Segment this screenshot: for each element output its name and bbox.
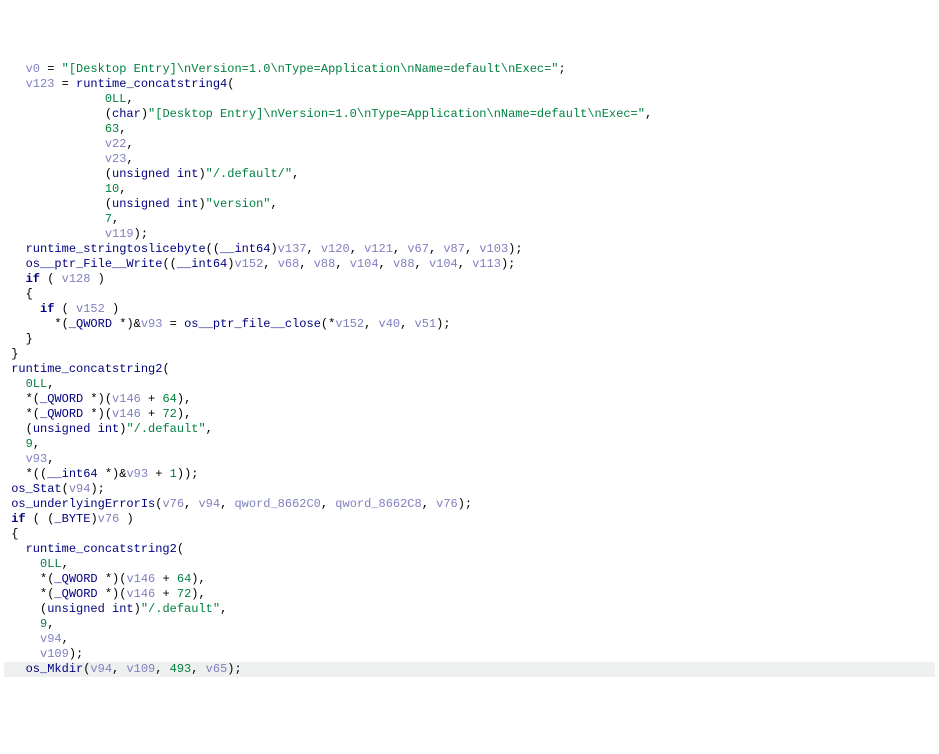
code-line: if ( v128 )	[4, 272, 935, 287]
code-line: 0LL,	[4, 557, 935, 572]
code-line: v119);	[4, 227, 935, 242]
code-line: *(_QWORD *)&v93 = os__ptr_file__close(*v…	[4, 317, 935, 332]
code-line: v94,	[4, 632, 935, 647]
code-line: 9,	[4, 437, 935, 452]
code-line: *((__int64 *)&v93 + 1));	[4, 467, 935, 482]
code-line: 63,	[4, 122, 935, 137]
code-line: 0LL,	[4, 92, 935, 107]
code-listing: v0 = "[Desktop Entry]\nVersion=1.0\nType…	[4, 62, 935, 677]
code-line: (char)"[Desktop Entry]\nVersion=1.0\nTyp…	[4, 107, 935, 122]
code-line: *(_QWORD *)(v146 + 72),	[4, 407, 935, 422]
code-line: v93,	[4, 452, 935, 467]
code-line: }	[4, 332, 935, 347]
code-line: if ( (_BYTE)v76 )	[4, 512, 935, 527]
code-line: os__ptr_File__Write((__int64)v152, v68, …	[4, 257, 935, 272]
code-line: v0 = "[Desktop Entry]\nVersion=1.0\nType…	[4, 62, 935, 77]
code-line: runtime_concatstring2(	[4, 362, 935, 377]
code-line: {	[4, 287, 935, 302]
code-line: 7,	[4, 212, 935, 227]
code-line: }	[4, 347, 935, 362]
code-line: *(_QWORD *)(v146 + 64),	[4, 392, 935, 407]
code-line: (unsigned int)"/.default",	[4, 602, 935, 617]
code-line: v109);	[4, 647, 935, 662]
code-line: 10,	[4, 182, 935, 197]
code-line: if ( v152 )	[4, 302, 935, 317]
code-line: 0LL,	[4, 377, 935, 392]
code-line: runtime_stringtoslicebyte((__int64)v137,…	[4, 242, 935, 257]
code-line: (unsigned int)"/.default/",	[4, 167, 935, 182]
code-line: os_Mkdir(v94, v109, 493, v65);	[4, 662, 935, 677]
code-line: v23,	[4, 152, 935, 167]
code-line: *(_QWORD *)(v146 + 64),	[4, 572, 935, 587]
code-line: {	[4, 527, 935, 542]
code-line: os_underlyingErrorIs(v76, v94, qword_866…	[4, 497, 935, 512]
code-line: *(_QWORD *)(v146 + 72),	[4, 587, 935, 602]
code-line: (unsigned int)"/.default",	[4, 422, 935, 437]
code-line: 9,	[4, 617, 935, 632]
code-line: v22,	[4, 137, 935, 152]
code-line: (unsigned int)"version",	[4, 197, 935, 212]
code-line: runtime_concatstring2(	[4, 542, 935, 557]
code-line: os_Stat(v94);	[4, 482, 935, 497]
code-line: v123 = runtime_concatstring4(	[4, 77, 935, 92]
